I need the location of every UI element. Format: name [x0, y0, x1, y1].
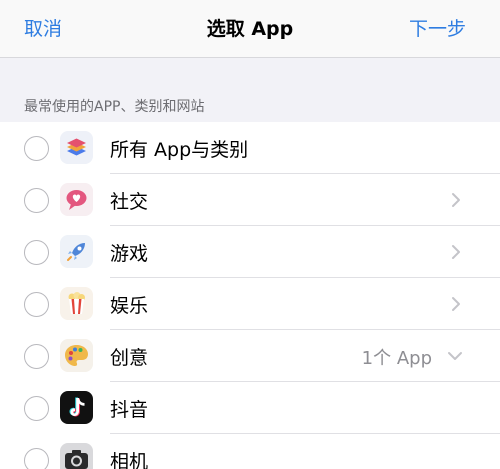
- social-heart-bubble-icon: [60, 183, 93, 216]
- all-apps-stack-icon: [60, 131, 93, 164]
- chevron-down-icon[interactable]: [446, 348, 464, 364]
- list-item-games[interactable]: 游戏: [0, 226, 500, 278]
- creativity-palette-icon: [60, 339, 93, 372]
- chevron-right-icon: [452, 193, 460, 207]
- list-item-entertainment[interactable]: 娱乐: [0, 278, 500, 330]
- list-item-all-apps[interactable]: 所有 App与类别: [0, 122, 500, 174]
- list-item-creativity[interactable]: 创意 1个 App: [0, 330, 500, 382]
- tiktok-icon: [60, 391, 93, 424]
- list-item-label: 相机: [110, 451, 149, 469]
- list-item-label: 所有 App与类别: [110, 139, 249, 161]
- camera-icon: [60, 443, 93, 469]
- navigation-bar: 取消 选取 App 下一步: [0, 0, 500, 58]
- radio-button[interactable]: [24, 136, 49, 161]
- radio-button[interactable]: [24, 240, 49, 265]
- radio-button[interactable]: [24, 448, 49, 469]
- radio-button[interactable]: [24, 396, 49, 421]
- chevron-right-icon: [452, 245, 460, 259]
- list-item-label: 游戏: [110, 243, 149, 265]
- radio-button[interactable]: [24, 188, 49, 213]
- list-item-label: 创意: [110, 347, 149, 369]
- list-item-label: 抖音: [110, 399, 149, 421]
- radio-button[interactable]: [24, 344, 49, 369]
- list-item-label: 娱乐: [110, 295, 149, 317]
- next-button[interactable]: 下一步: [409, 14, 466, 41]
- list-item-label: 社交: [110, 191, 149, 213]
- radio-button[interactable]: [24, 292, 49, 317]
- games-rocket-icon: [60, 235, 93, 268]
- list-item-camera[interactable]: 相机: [0, 434, 500, 469]
- app-category-list: 所有 App与类别 社交 游戏 娱乐 创意 1个 App 抖音 相机: [0, 122, 500, 469]
- list-item-social[interactable]: 社交: [0, 174, 500, 226]
- section-header: 最常使用的APP、类别和网站: [24, 99, 205, 115]
- entertainment-popcorn-icon: [60, 287, 93, 320]
- selected-count: 1个 App: [361, 348, 432, 369]
- list-item-tiktok[interactable]: 抖音: [0, 382, 500, 434]
- chevron-right-icon: [452, 297, 460, 311]
